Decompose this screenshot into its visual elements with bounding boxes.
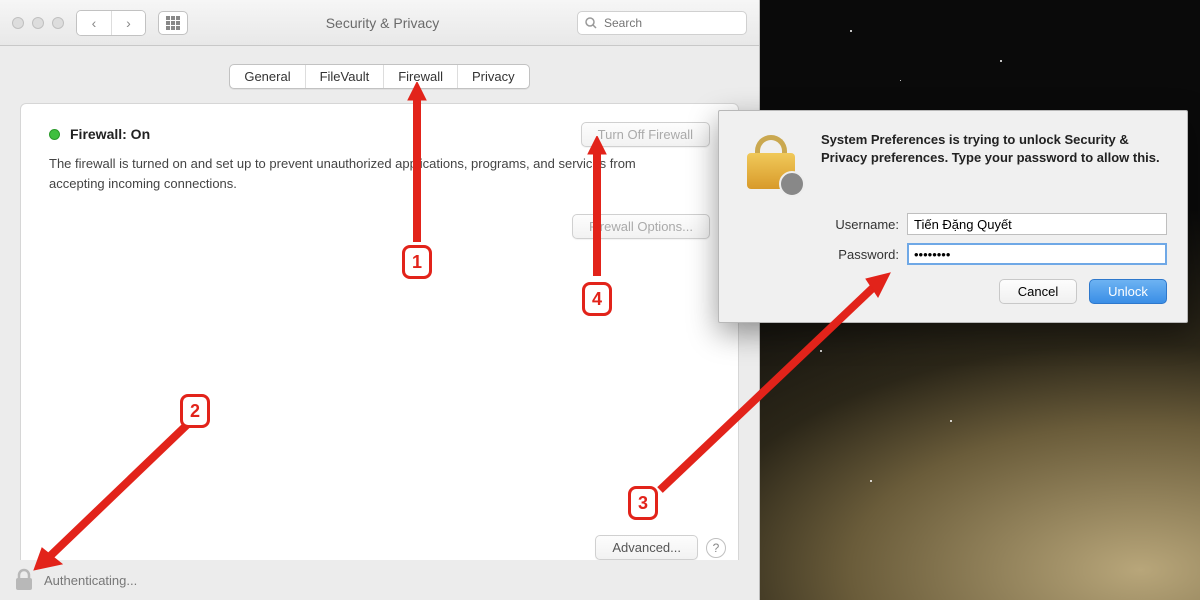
zoom-dot[interactable] bbox=[52, 17, 64, 29]
security-privacy-window: ‹ › Security & Privacy General FileVault… bbox=[0, 0, 760, 600]
nav-back-forward: ‹ › bbox=[76, 10, 146, 36]
tab-firewall[interactable]: Firewall bbox=[384, 65, 458, 88]
username-input[interactable] bbox=[907, 213, 1167, 235]
search-input[interactable] bbox=[577, 11, 747, 35]
tab-general[interactable]: General bbox=[230, 65, 305, 88]
minimize-dot[interactable] bbox=[32, 17, 44, 29]
turn-off-firewall-button[interactable]: Turn Off Firewall bbox=[581, 122, 710, 147]
titlebar: ‹ › Security & Privacy bbox=[0, 0, 759, 46]
search-icon bbox=[585, 17, 597, 29]
lock-app-icon bbox=[739, 131, 803, 195]
username-label: Username: bbox=[821, 217, 899, 232]
tab-filevault[interactable]: FileVault bbox=[306, 65, 385, 88]
tabs-row: General FileVault Firewall Privacy bbox=[0, 46, 759, 103]
firewall-status-label: Firewall: On bbox=[70, 126, 150, 142]
show-all-button[interactable] bbox=[158, 11, 188, 35]
cancel-button[interactable]: Cancel bbox=[999, 279, 1077, 304]
password-input[interactable] bbox=[907, 243, 1167, 265]
firewall-panel: Firewall: On The firewall is turned on a… bbox=[20, 103, 739, 573]
grid-icon bbox=[166, 16, 180, 30]
traffic-lights bbox=[12, 17, 64, 29]
tab-privacy[interactable]: Privacy bbox=[458, 65, 529, 88]
tabs: General FileVault Firewall Privacy bbox=[229, 64, 529, 89]
window-title: Security & Privacy bbox=[200, 15, 565, 31]
back-button[interactable]: ‹ bbox=[77, 11, 111, 35]
advanced-button[interactable]: Advanced... bbox=[595, 535, 698, 560]
window-footer: Authenticating... bbox=[0, 560, 759, 600]
firewall-options-button[interactable]: Firewall Options... bbox=[572, 214, 710, 239]
lock-icon[interactable] bbox=[14, 568, 34, 592]
auth-message: System Preferences is trying to unlock S… bbox=[821, 131, 1167, 195]
firewall-description: The firewall is turned on and set up to … bbox=[49, 154, 689, 193]
auth-dialog: System Preferences is trying to unlock S… bbox=[718, 110, 1188, 323]
close-dot[interactable] bbox=[12, 17, 24, 29]
help-button[interactable]: ? bbox=[706, 538, 726, 558]
authenticating-text: Authenticating... bbox=[44, 573, 137, 588]
password-label: Password: bbox=[821, 247, 899, 262]
forward-button[interactable]: › bbox=[111, 11, 145, 35]
unlock-button[interactable]: Unlock bbox=[1089, 279, 1167, 304]
status-dot-icon bbox=[49, 129, 60, 140]
